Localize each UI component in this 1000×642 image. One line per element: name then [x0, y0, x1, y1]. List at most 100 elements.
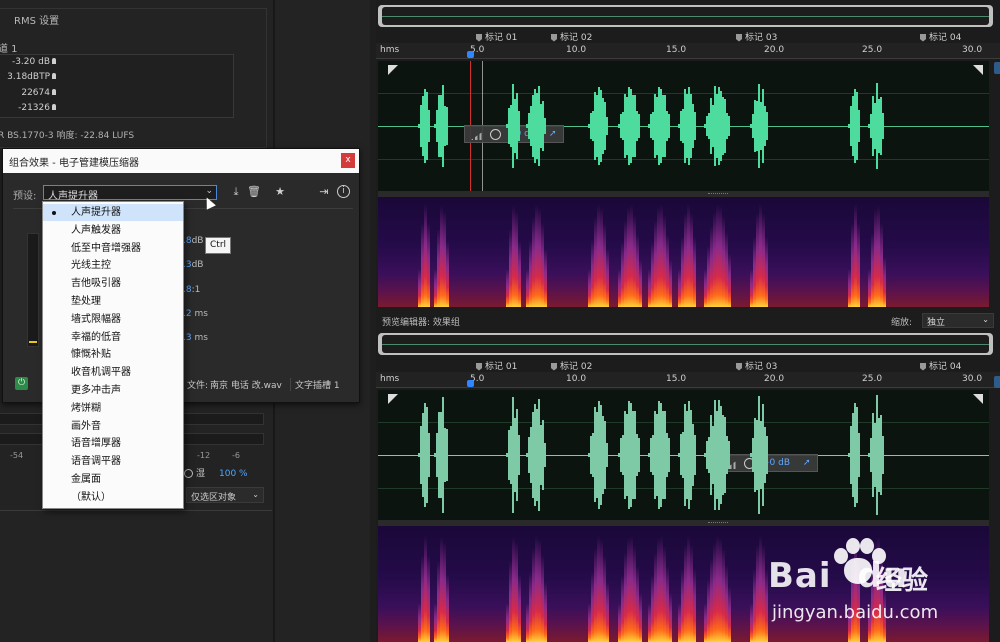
- param-release[interactable]: .3 ms: [183, 333, 208, 343]
- preset-select[interactable]: 人声提升器 ⌄: [43, 185, 217, 202]
- waveform-sample: [638, 113, 640, 139]
- waveform-sample: [728, 115, 730, 137]
- waveform-sample: [544, 117, 546, 135]
- volume-hud[interactable]: +0 dB ➚: [718, 454, 818, 472]
- fade-out-handle[interactable]: [973, 394, 983, 404]
- ruler-label: 20.0: [764, 45, 785, 55]
- power-icon[interactable]: ⏻: [15, 377, 28, 390]
- volume-knob-icon[interactable]: [490, 129, 501, 140]
- spectrogram-band: [544, 249, 547, 307]
- dropdown-item[interactable]: 人声触发器: [43, 222, 183, 239]
- dropdown-item[interactable]: 语音调平器: [43, 453, 183, 470]
- fade-in-handle[interactable]: [388, 394, 398, 404]
- info-icon[interactable]: i: [337, 185, 350, 198]
- dropdown-item[interactable]: 低至中音增强器: [43, 240, 183, 257]
- rms-stats-table: -3.20 dB 3.18dBTP 22674 -21326: [0, 54, 234, 118]
- ruler-label: 15.0: [666, 45, 687, 55]
- tooltip: Ctrl: [205, 237, 232, 254]
- dropdown-item[interactable]: 语音增厚器: [43, 435, 183, 452]
- trash-icon[interactable]: 🗑: [247, 185, 261, 199]
- dialog-titlebar[interactable]: 组合效果 - 电子管建模压缩器 x: [3, 149, 359, 173]
- dropdown-item[interactable]: 画外音: [43, 418, 183, 435]
- dropdown-item[interactable]: 吉他吸引器: [43, 275, 183, 292]
- dropdown-item-label: 金属面: [71, 474, 101, 485]
- pin-icon[interactable]: ➚: [549, 129, 559, 139]
- preset-label: 预设:: [13, 191, 37, 202]
- dropdown-item[interactable]: 幸福的低音: [43, 329, 183, 346]
- stat-row[interactable]: 3.18dBTP: [0, 72, 56, 82]
- param-unit: :1: [191, 285, 201, 295]
- marker[interactable]: 标记 01: [476, 30, 517, 43]
- spectrogram-band: [606, 582, 609, 642]
- overview-bar-top[interactable]: [378, 5, 993, 27]
- fade-out-handle[interactable]: [973, 65, 983, 75]
- waveform-top[interactable]: +0 dB ➚: [378, 61, 989, 191]
- pin-icon[interactable]: [52, 73, 56, 79]
- file-label: 文件:: [187, 381, 209, 391]
- stat-row[interactable]: -3.20 dB: [0, 57, 56, 67]
- dropdown-item-label: 语音增厚器: [71, 438, 121, 450]
- waveform-sample: [858, 110, 860, 142]
- pin-icon[interactable]: [52, 58, 56, 64]
- dropdown-item[interactable]: 收音机调平器: [43, 364, 183, 381]
- param-ratio[interactable]: .8:1: [183, 285, 200, 295]
- scroll-handle[interactable]: [994, 376, 1000, 388]
- playhead-handle[interactable]: [467, 51, 474, 58]
- stat-row[interactable]: 22674: [0, 88, 56, 98]
- star-icon[interactable]: ★: [273, 185, 287, 199]
- mix-value[interactable]: 100 %: [219, 469, 248, 479]
- dropdown-item[interactable]: 墙式限幅器: [43, 311, 183, 328]
- stat-value: 22674: [21, 88, 50, 98]
- waveform-bottom[interactable]: +0 dB ➚: [378, 390, 989, 520]
- overview-wave: [382, 344, 989, 345]
- mix-control[interactable]: 湿 100 %: [184, 466, 248, 479]
- overview-bar-bottom[interactable]: [378, 333, 993, 355]
- param-attack[interactable]: .2 ms: [183, 309, 208, 319]
- save-preset-icon[interactable]: ⤓: [229, 185, 243, 199]
- marker[interactable]: 标记 03: [736, 359, 777, 372]
- dropdown-item[interactable]: 慷慨补贴: [43, 346, 183, 363]
- marker[interactable]: 标记 04: [920, 359, 961, 372]
- mix-knob-icon[interactable]: [184, 469, 193, 478]
- pin-icon[interactable]: [52, 104, 56, 110]
- watermark-url: jingyan.baidu.com: [772, 602, 939, 623]
- waveform-sample: [766, 435, 768, 475]
- param-gain[interactable]: .3dB: [183, 260, 203, 270]
- dropdown-item[interactable]: 光线主控: [43, 257, 183, 274]
- dropdown-item[interactable]: 垫处理: [43, 293, 183, 310]
- divider: [0, 510, 272, 511]
- zoom-select[interactable]: 独立 ⌄: [922, 313, 994, 328]
- dropdown-item[interactable]: 烤饼糊: [43, 400, 183, 417]
- dropdown-item[interactable]: （默认）: [43, 489, 183, 506]
- scroll-handle[interactable]: [994, 62, 1000, 74]
- ruler-label: 15.0: [666, 374, 687, 384]
- dropdown-item[interactable]: 人声提升器: [43, 204, 183, 221]
- marker-label: 标记 02: [560, 362, 593, 372]
- watermark-cn: 经验: [876, 566, 929, 596]
- scope-select[interactable]: 仅选区对象 ⌄: [186, 487, 264, 503]
- marker-row-bottom: 标记 01 标记 02 标记 03 标记 04: [376, 359, 1000, 372]
- waveform-sample: [446, 429, 448, 481]
- marker[interactable]: 标记 04: [920, 30, 961, 43]
- input-level-meter: [27, 233, 39, 347]
- stat-row[interactable]: -21326: [0, 103, 56, 113]
- pin-icon[interactable]: ➚: [803, 458, 813, 468]
- spectrogram-top[interactable]: [378, 197, 989, 307]
- stat-value: 3.18dBTP: [7, 72, 50, 82]
- close-button[interactable]: x: [341, 153, 355, 168]
- dropdown-item[interactable]: 金属面: [43, 471, 183, 488]
- fade-in-handle[interactable]: [388, 65, 398, 75]
- marker[interactable]: 标记 03: [736, 30, 777, 43]
- rms-title: RMS 设置: [14, 16, 60, 27]
- marker-flag-icon: [736, 362, 742, 371]
- meter-tick: -54: [10, 451, 24, 460]
- marker[interactable]: 标记 01: [476, 359, 517, 372]
- pin-icon[interactable]: [52, 89, 56, 95]
- routing-icon[interactable]: ⇥: [317, 185, 331, 199]
- dropdown-item[interactable]: 更多冲击声: [43, 382, 183, 399]
- spectrogram-band: [639, 593, 642, 642]
- marker[interactable]: 标记 02: [551, 30, 592, 43]
- playhead-handle[interactable]: [467, 380, 474, 387]
- marker[interactable]: 标记 02: [551, 359, 592, 372]
- param-threshold[interactable]: .8dB: [183, 236, 203, 246]
